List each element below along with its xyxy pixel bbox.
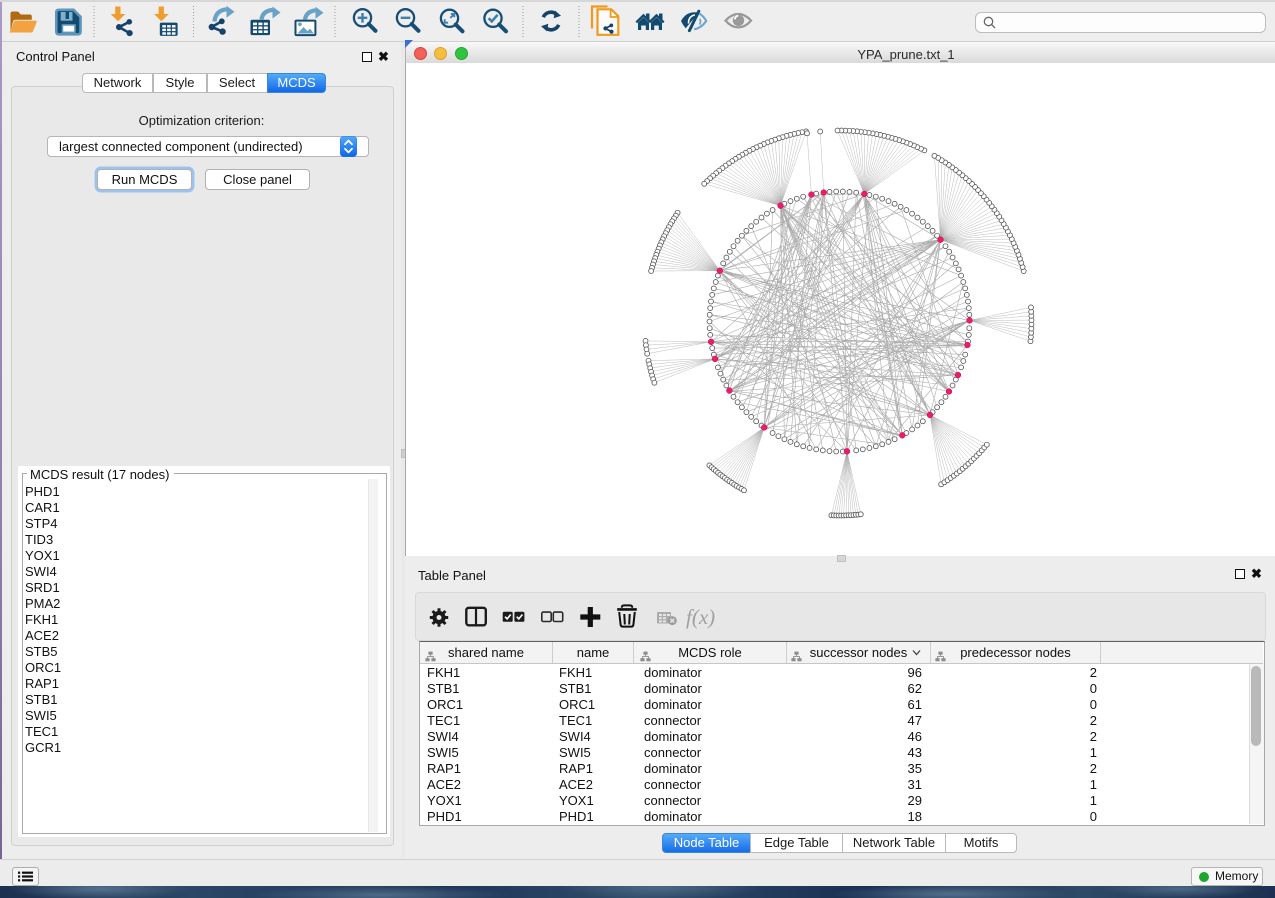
svg-text:f(x): f(x) xyxy=(686,605,715,629)
